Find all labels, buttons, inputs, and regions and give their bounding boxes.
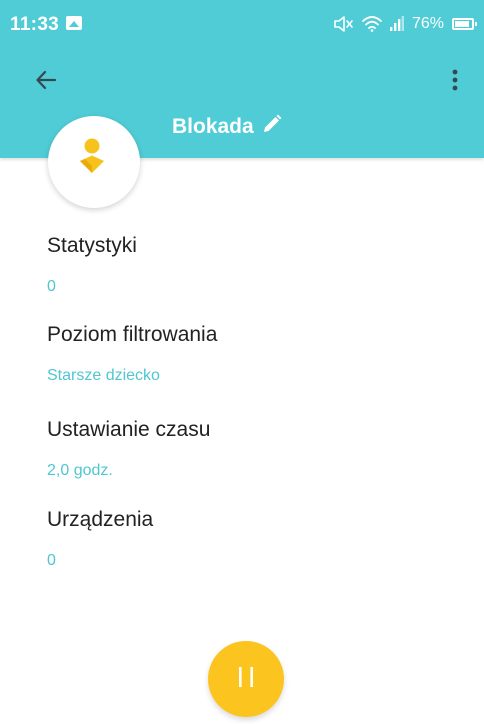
battery-percent: 76% — [411, 15, 444, 32]
profile-title-area[interactable]: Blokada — [172, 114, 282, 139]
section-value: 0 — [47, 278, 56, 295]
more-options-button[interactable] — [440, 64, 470, 100]
section-value: 0 — [47, 552, 56, 569]
wifi-icon — [362, 16, 382, 32]
section-value: Starsze dziecko — [47, 367, 160, 384]
section-label: Urządzenia — [47, 508, 154, 531]
profile-title: Blokada — [172, 114, 254, 138]
gallery-icon — [66, 16, 82, 30]
edit-pencil-icon[interactable] — [262, 114, 282, 139]
pause-icon — [237, 666, 255, 693]
section-label: Poziom filtrowania — [47, 323, 218, 346]
muted-speaker-icon — [334, 16, 354, 32]
battery-level — [455, 21, 469, 27]
back-button[interactable] — [28, 64, 64, 100]
more-vert-icon — [452, 69, 458, 96]
status-bar: 11:33 76% — [0, 0, 484, 50]
section-label: Statystyki — [47, 234, 137, 257]
status-icons: 76% — [334, 12, 477, 36]
section-devices[interactable]: Urządzenia 0 — [47, 508, 153, 570]
signal-icon — [389, 16, 404, 32]
screen: 11:33 76% Blokada Statystyki 0 Poziom fi… — [0, 0, 484, 724]
section-statistics[interactable]: Statystyki 0 — [47, 234, 137, 296]
back-arrow-icon — [35, 69, 57, 96]
pause-button[interactable] — [208, 641, 284, 717]
child-figure-icon — [74, 138, 114, 187]
status-time: 11:33 — [10, 14, 60, 35]
section-label: Ustawianie czasu — [47, 418, 211, 441]
section-value: 2,0 godz. — [47, 462, 113, 479]
section-filter-level[interactable]: Poziom filtrowania Starsze dziecko — [47, 323, 217, 385]
profile-avatar[interactable] — [48, 116, 140, 208]
battery-icon — [452, 18, 477, 30]
section-time-setting[interactable]: Ustawianie czasu 2,0 godz. — [47, 418, 210, 480]
